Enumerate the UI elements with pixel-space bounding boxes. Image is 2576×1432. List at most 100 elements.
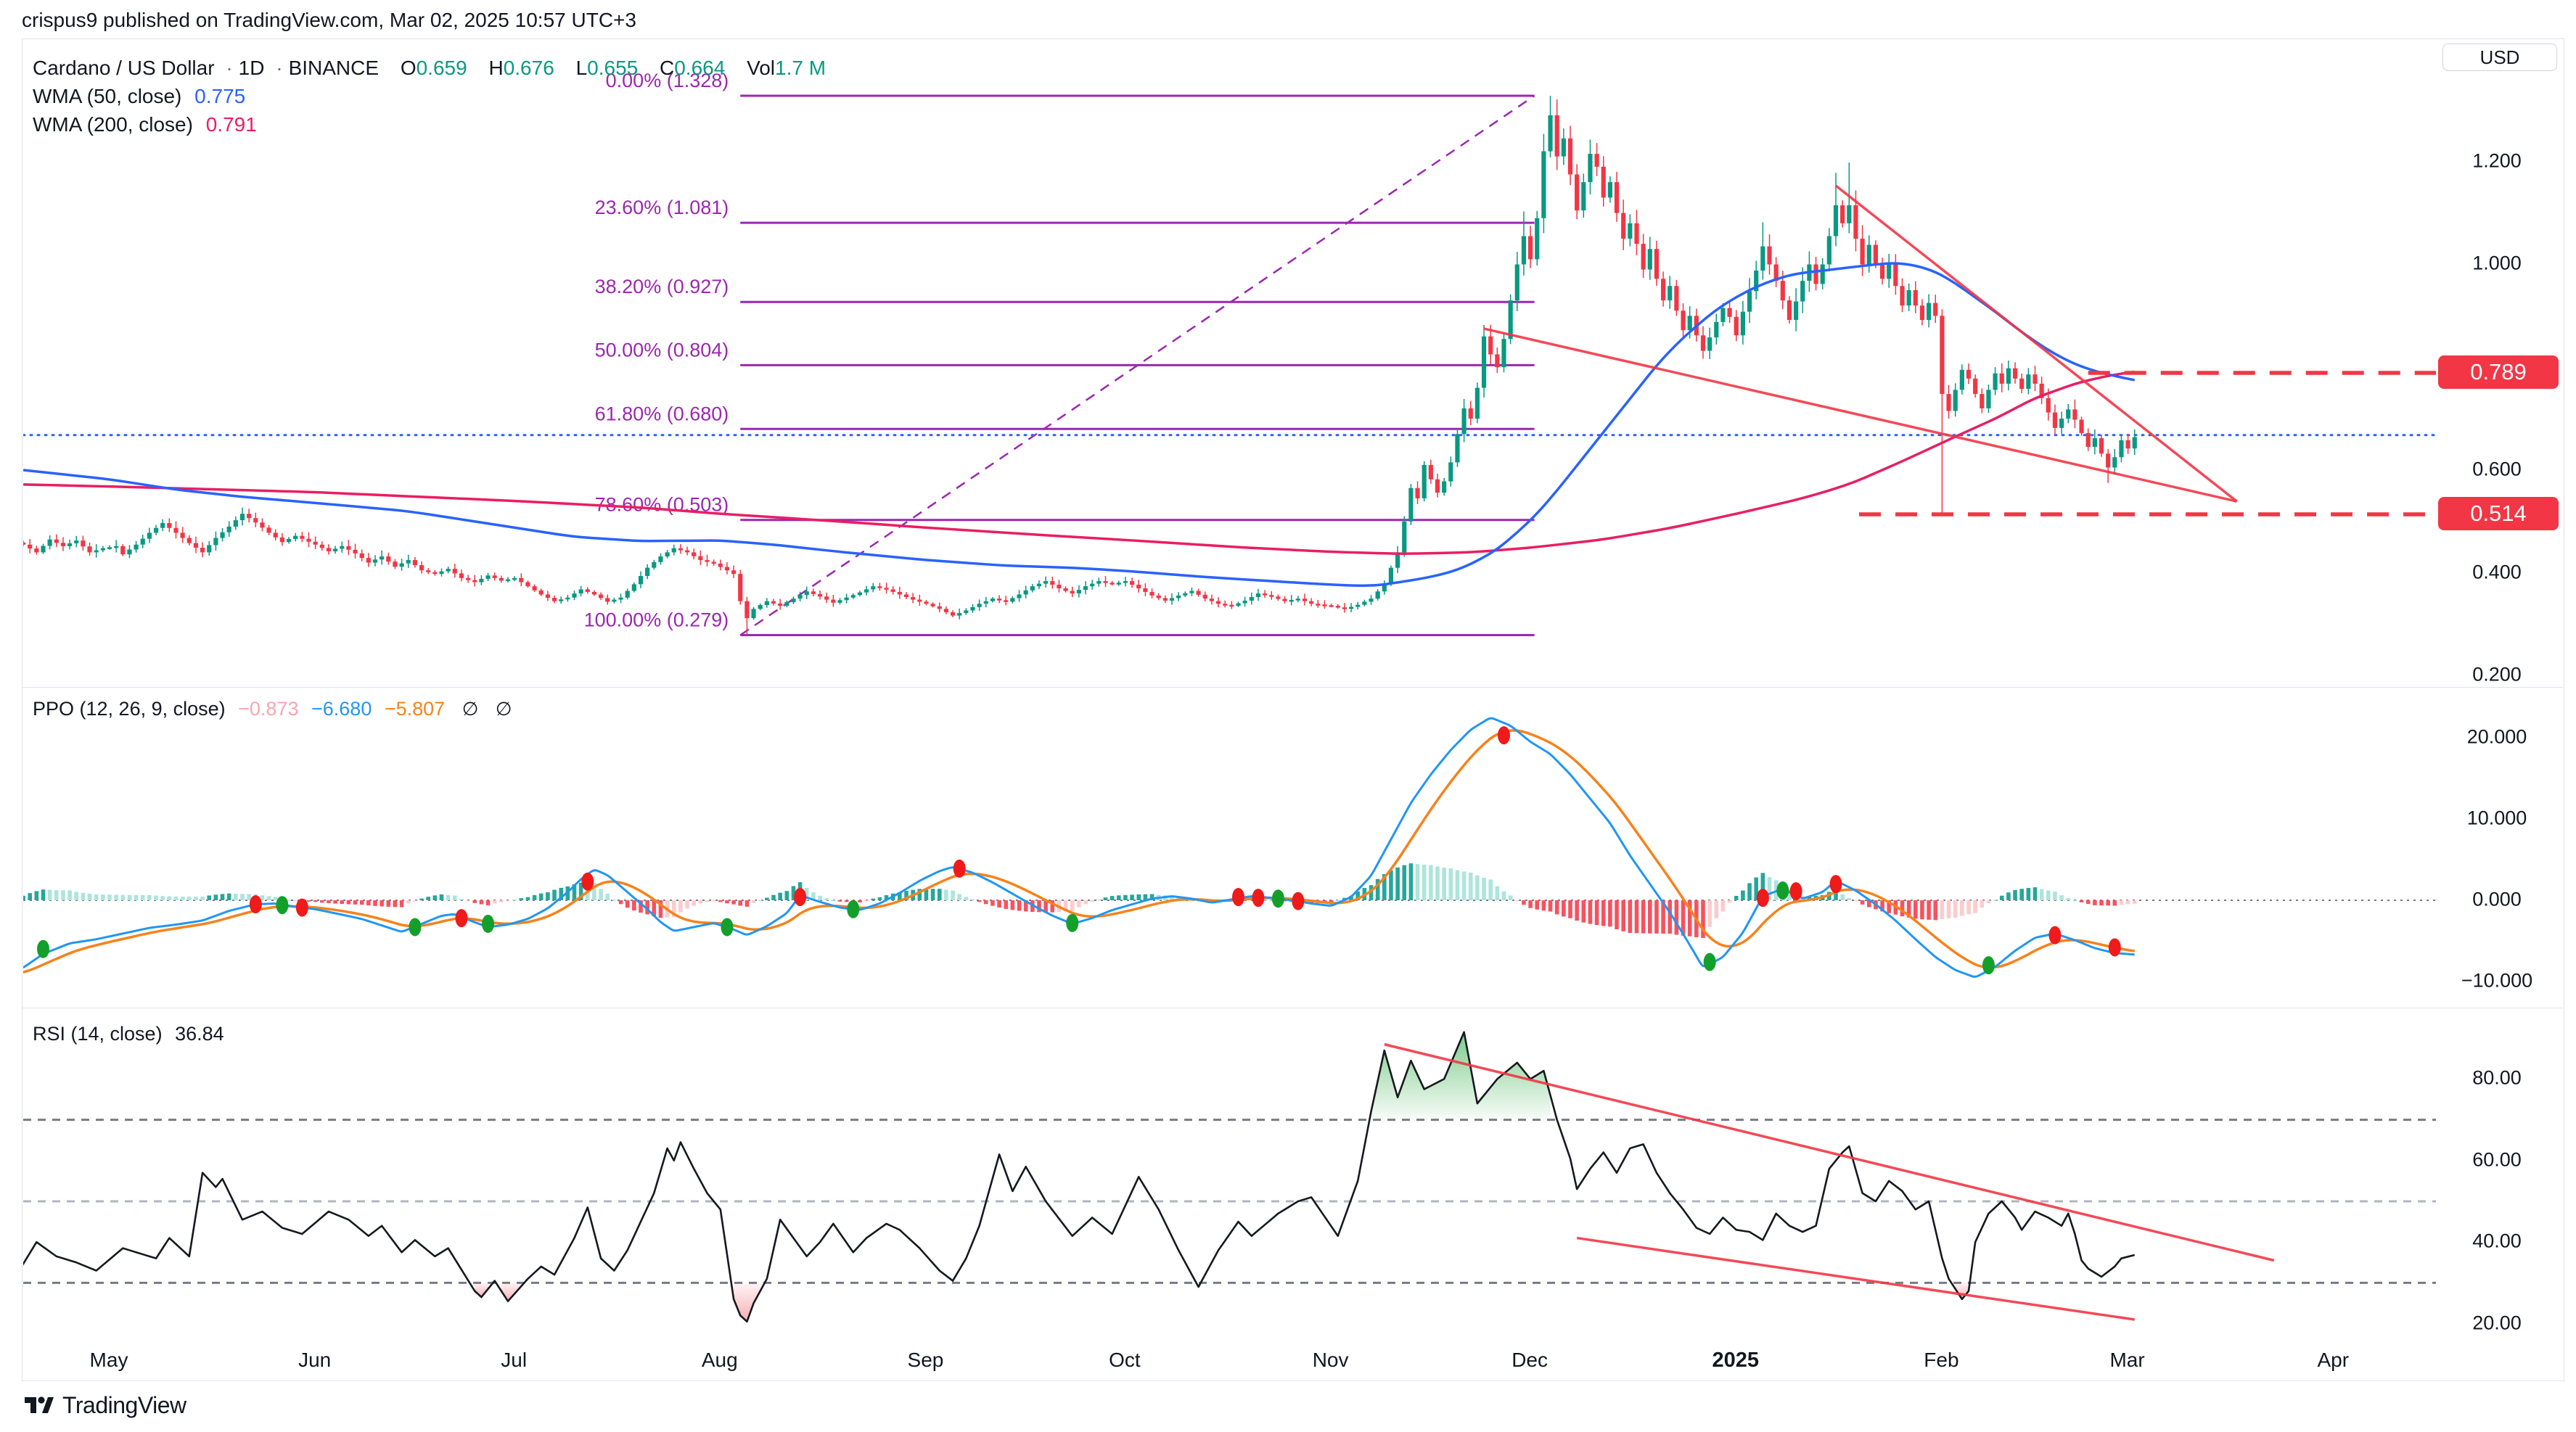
ppo-histogram-bar xyxy=(234,894,238,900)
candle-body xyxy=(1057,585,1061,588)
candle-body xyxy=(1422,465,1427,498)
candle-body xyxy=(805,591,809,595)
fib-level-label: 61.80% (0.680) xyxy=(595,403,729,424)
ppo-histogram-bar xyxy=(1861,900,1865,905)
candle-body xyxy=(479,579,483,583)
ppo-histogram-bar xyxy=(1721,900,1726,912)
candle-body xyxy=(1933,303,1937,316)
open-pair: O0.659 xyxy=(401,57,467,79)
candle-body xyxy=(1263,593,1267,596)
candle-body xyxy=(1562,139,1566,157)
ppo-histogram-bar xyxy=(1515,900,1519,902)
candle-body xyxy=(658,556,663,562)
ppo-histogram-bar xyxy=(2093,900,2097,905)
ppo-histogram-bar xyxy=(293,900,298,902)
candle-body xyxy=(306,539,311,542)
candle-body xyxy=(1648,249,1652,269)
candle-body xyxy=(1448,462,1453,481)
candle-body xyxy=(1329,605,1334,607)
candle-body xyxy=(1760,247,1765,271)
ppo-sell-dot xyxy=(1252,889,1264,907)
ppo-histogram-bar xyxy=(141,895,145,900)
candle-body xyxy=(1861,239,1865,264)
candle-body xyxy=(1429,465,1433,480)
ppo-pane[interactable] xyxy=(22,718,2436,976)
fib-level-label: 38.20% (0.927) xyxy=(595,276,729,297)
ppo-settings-icon[interactable]: ∅ xyxy=(496,698,512,720)
ppo-histogram-bar xyxy=(533,895,537,900)
candle-body xyxy=(1980,394,1984,408)
time-label-Feb: Feb xyxy=(1924,1349,1958,1372)
ppo-histogram-bar xyxy=(1621,900,1625,931)
candle-body xyxy=(1495,355,1499,368)
candle-body xyxy=(1077,590,1081,593)
candle-body xyxy=(1037,584,1041,587)
ppo-histogram-bar xyxy=(121,895,126,900)
pane-divider-main-ppo[interactable] xyxy=(22,687,2563,688)
ppo-hide-icon[interactable]: ∅ xyxy=(462,698,479,720)
candle-body xyxy=(579,589,583,593)
ppo-main-line xyxy=(22,718,2135,976)
candle-body xyxy=(34,548,38,552)
candle-body xyxy=(1781,281,1785,300)
ppo-histogram-bar xyxy=(353,900,358,905)
candle-body xyxy=(1282,599,1287,601)
ppo-histogram-bar xyxy=(433,895,438,900)
ppo-sell-dot xyxy=(1232,888,1244,906)
rsi-trend-line[interactable] xyxy=(1385,1045,2274,1261)
ppo-histogram-bar xyxy=(200,897,205,900)
ppo-histogram-bar xyxy=(778,893,782,900)
candle-body xyxy=(340,546,344,549)
candle-body xyxy=(824,596,829,599)
candle-body xyxy=(552,598,557,601)
ppo-sell-dot xyxy=(794,888,806,906)
ppo-histogram-bar xyxy=(1734,896,1739,900)
rsi-pane[interactable] xyxy=(22,1032,2436,1322)
candle-body xyxy=(260,522,264,527)
candle-body xyxy=(1973,379,1977,394)
candle-body xyxy=(546,595,550,598)
wma200-label: WMA (200, close) xyxy=(33,113,193,136)
candle-body xyxy=(831,600,835,603)
candle-body xyxy=(386,556,390,561)
candle-body xyxy=(1847,205,1851,223)
candle-body xyxy=(2093,438,2097,447)
candle-body xyxy=(400,564,404,567)
candle-body xyxy=(320,545,324,548)
candle-body xyxy=(81,540,85,546)
ppo-histogram-bar xyxy=(546,892,550,900)
candle-body xyxy=(599,595,603,598)
candle-body xyxy=(924,601,928,604)
candle-body xyxy=(160,523,165,528)
ppo-histogram-bar xyxy=(134,895,139,900)
ppo-histogram-bar xyxy=(486,900,491,905)
candle-body xyxy=(1661,279,1665,300)
candle-body xyxy=(22,543,25,545)
candle-body xyxy=(28,545,32,548)
price-tick: 0.200 xyxy=(2435,664,2559,686)
ppo-histogram-bar xyxy=(612,900,617,901)
ppo-histogram-bar xyxy=(699,900,703,903)
candle-body xyxy=(1362,601,1366,604)
main-pane[interactable]: 0.00% (1.328)23.60% (1.081)38.20% (0.927… xyxy=(22,70,2440,635)
candle-body xyxy=(639,576,643,584)
candle-body xyxy=(1747,291,1752,311)
rsi-tick: 40.00 xyxy=(2435,1230,2559,1253)
trend-line[interactable] xyxy=(1836,186,2237,501)
candle-body xyxy=(1189,591,1194,593)
currency-button[interactable]: USD xyxy=(2442,44,2557,71)
candle-body xyxy=(1143,588,1147,592)
ppo-sell-dot xyxy=(1830,875,1842,893)
candle-body xyxy=(1482,337,1486,388)
trend-line[interactable] xyxy=(1484,329,2237,501)
candle-body xyxy=(1887,264,1891,279)
ppo-sell-dot xyxy=(581,873,594,891)
candle-body xyxy=(1568,139,1572,175)
candle-body xyxy=(346,546,350,550)
rsi-tick: 60.00 xyxy=(2435,1148,2559,1171)
ppo-histogram-bar xyxy=(1608,900,1612,926)
time-axis[interactable]: MayJunJulAugSepOctNovDec2025FebMarApr xyxy=(22,1346,2563,1380)
candle-body xyxy=(1355,605,1360,607)
ppo-histogram-bar xyxy=(1933,900,1937,920)
rsi-trend-line[interactable] xyxy=(1577,1238,2135,1320)
